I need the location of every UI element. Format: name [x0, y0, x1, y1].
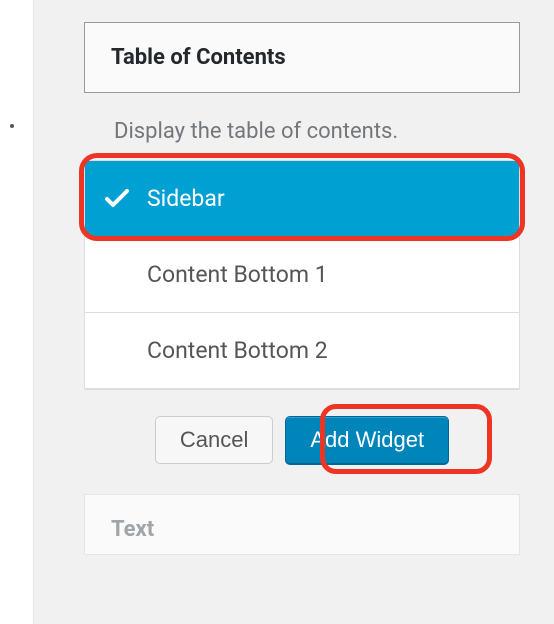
checkmark-icon — [105, 189, 129, 209]
cancel-button[interactable]: Cancel — [155, 416, 273, 464]
option-content-bottom-2[interactable]: Content Bottom 2 — [85, 313, 519, 389]
widget-header[interactable]: Table of Contents — [84, 22, 520, 93]
widget-actions: Cancel Add Widget — [84, 416, 520, 464]
next-widget-header[interactable]: Text — [84, 494, 520, 555]
option-content-bottom-1[interactable]: Content Bottom 1 — [85, 237, 519, 313]
add-widget-button[interactable]: Add Widget — [285, 416, 449, 464]
left-sidebar-edge — [0, 0, 34, 624]
widget-description: Display the table of contents. — [114, 119, 520, 144]
widget-title: Table of Contents — [111, 45, 493, 70]
widget-area-options: Sidebar Content Bottom 1 Content Bottom … — [84, 160, 520, 390]
widget-config-panel: Table of Contents Display the table of c… — [34, 0, 554, 555]
option-sidebar[interactable]: Sidebar — [85, 161, 519, 237]
option-label: Content Bottom 1 — [147, 261, 328, 288]
sidebar-marker — [10, 124, 14, 128]
next-widget-title: Text — [111, 517, 493, 542]
option-label: Sidebar — [147, 185, 225, 212]
option-label: Content Bottom 2 — [147, 337, 328, 364]
